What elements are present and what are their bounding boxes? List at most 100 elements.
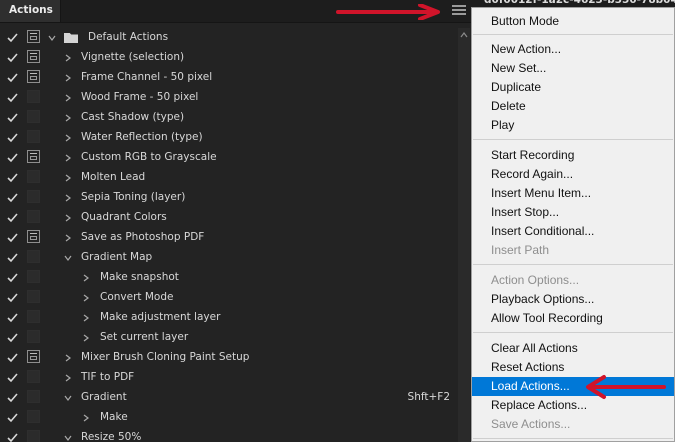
dialog-toggle-icon[interactable] — [27, 130, 40, 143]
toggle-item-checkbox[interactable] — [7, 152, 18, 163]
dialog-toggle-icon[interactable] — [27, 310, 40, 323]
action-row[interactable]: Molten Lead — [0, 168, 470, 187]
menu-item-delete[interactable]: Delete — [472, 97, 674, 116]
action-row[interactable]: Gradient Shft+F2 — [0, 388, 470, 407]
dialog-toggle-icon[interactable] — [27, 410, 40, 423]
dialog-toggle-icon[interactable] — [27, 210, 40, 223]
chevron-right-icon[interactable] — [82, 414, 90, 422]
menu-item-start-recording[interactable]: Start Recording — [472, 146, 674, 165]
action-row[interactable]: Vignette (selection) — [0, 48, 470, 67]
toggle-item-checkbox[interactable] — [7, 172, 18, 183]
chevron-right-icon[interactable] — [64, 234, 72, 242]
chevron-right-icon[interactable] — [64, 174, 72, 182]
chevron-right-icon[interactable] — [64, 114, 72, 122]
dialog-toggle-icon[interactable] — [27, 430, 40, 442]
dialog-toggle-icon[interactable] — [27, 90, 40, 103]
toggle-item-checkbox[interactable] — [7, 192, 18, 203]
menu-item-new-set[interactable]: New Set... — [472, 59, 674, 78]
action-set-row[interactable]: Default Actions — [0, 28, 470, 47]
dialog-toggle-icon[interactable] — [27, 170, 40, 183]
chevron-right-icon[interactable] — [64, 214, 72, 222]
chevron-right-icon[interactable] — [82, 294, 90, 302]
toggle-item-checkbox[interactable] — [7, 92, 18, 103]
chevron-down-icon[interactable] — [64, 254, 72, 262]
action-row[interactable]: Resize 50% — [0, 428, 470, 442]
dialog-toggle-icon[interactable] — [27, 190, 40, 203]
toggle-item-checkbox[interactable] — [7, 392, 18, 403]
toggle-item-checkbox[interactable] — [7, 32, 18, 43]
toggle-item-checkbox[interactable] — [7, 112, 18, 123]
action-row[interactable]: Frame Channel - 50 pixel — [0, 68, 470, 87]
toggle-item-checkbox[interactable] — [7, 432, 18, 442]
action-row[interactable]: Cast Shadow (type) — [0, 108, 470, 127]
action-row[interactable]: Water Reflection (type) — [0, 128, 470, 147]
chevron-right-icon[interactable] — [64, 54, 72, 62]
dialog-toggle-icon[interactable] — [27, 70, 40, 83]
scrollbar[interactable] — [458, 28, 470, 442]
menu-item-new-action[interactable]: New Action... — [472, 40, 674, 59]
scroll-up-icon[interactable] — [460, 32, 468, 38]
panel-menu-button[interactable] — [452, 5, 466, 17]
menu-item-duplicate[interactable]: Duplicate — [472, 78, 674, 97]
dialog-toggle-icon[interactable] — [27, 370, 40, 383]
chevron-right-icon[interactable] — [64, 94, 72, 102]
tab-actions[interactable]: Actions — [0, 0, 61, 22]
dialog-toggle-icon[interactable] — [27, 390, 40, 403]
dialog-toggle-icon[interactable] — [27, 270, 40, 283]
chevron-right-icon[interactable] — [82, 314, 90, 322]
toggle-item-checkbox[interactable] — [7, 272, 18, 283]
menu-item-insert-menu-item[interactable]: Insert Menu Item... — [472, 184, 674, 203]
toggle-item-checkbox[interactable] — [7, 332, 18, 343]
menu-item-button-mode[interactable]: Button Mode — [472, 12, 674, 31]
menu-item-play[interactable]: Play — [472, 116, 674, 135]
menu-item-allow-tool-recording[interactable]: Allow Tool Recording — [472, 309, 674, 328]
toggle-item-checkbox[interactable] — [7, 412, 18, 423]
action-row[interactable]: Custom RGB to Grayscale — [0, 148, 470, 167]
menu-item-clear-all-actions[interactable]: Clear All Actions — [472, 339, 674, 358]
toggle-item-checkbox[interactable] — [7, 72, 18, 83]
toggle-item-checkbox[interactable] — [7, 372, 18, 383]
menu-item-insert-stop[interactable]: Insert Stop... — [472, 203, 674, 222]
action-row[interactable]: Quadrant Colors — [0, 208, 470, 227]
toggle-item-checkbox[interactable] — [7, 352, 18, 363]
dialog-toggle-icon[interactable] — [27, 250, 40, 263]
chevron-right-icon[interactable] — [64, 74, 72, 82]
chevron-right-icon[interactable] — [64, 374, 72, 382]
dialog-toggle-icon[interactable] — [27, 350, 40, 363]
chevron-right-icon[interactable] — [82, 334, 90, 342]
chevron-right-icon[interactable] — [64, 154, 72, 162]
dialog-toggle-icon[interactable] — [27, 110, 40, 123]
action-step-row[interactable]: Make snapshot — [0, 268, 470, 287]
dialog-toggle-icon[interactable] — [27, 50, 40, 63]
toggle-item-checkbox[interactable] — [7, 132, 18, 143]
chevron-down-icon[interactable] — [64, 394, 72, 402]
dialog-toggle-icon[interactable] — [27, 30, 40, 43]
action-row[interactable]: Mixer Brush Cloning Paint Setup — [0, 348, 470, 367]
chevron-right-icon[interactable] — [64, 194, 72, 202]
action-step-row[interactable]: Convert Mode — [0, 288, 470, 307]
dialog-toggle-icon[interactable] — [27, 230, 40, 243]
dialog-toggle-icon[interactable] — [27, 150, 40, 163]
menu-item-record-again[interactable]: Record Again... — [472, 165, 674, 184]
action-step-row[interactable]: Set current layer — [0, 328, 470, 347]
chevron-right-icon[interactable] — [82, 274, 90, 282]
action-row[interactable]: Wood Frame - 50 pixel — [0, 88, 470, 107]
toggle-item-checkbox[interactable] — [7, 52, 18, 63]
chevron-right-icon[interactable] — [64, 354, 72, 362]
menu-item-insert-conditional[interactable]: Insert Conditional... — [472, 222, 674, 241]
action-row[interactable]: TIF to PDF — [0, 368, 470, 387]
dialog-toggle-icon[interactable] — [27, 330, 40, 343]
toggle-item-checkbox[interactable] — [7, 232, 18, 243]
action-step-row[interactable]: Make adjustment layer — [0, 308, 470, 327]
toggle-item-checkbox[interactable] — [7, 292, 18, 303]
action-row[interactable]: Gradient Map — [0, 248, 470, 267]
action-row[interactable]: Save as Photoshop PDF — [0, 228, 470, 247]
chevron-right-icon[interactable] — [64, 134, 72, 142]
chevron-down-icon[interactable] — [64, 434, 72, 442]
chevron-down-icon[interactable] — [48, 34, 56, 42]
action-row[interactable]: Sepia Toning (layer) — [0, 188, 470, 207]
toggle-item-checkbox[interactable] — [7, 212, 18, 223]
menu-item-playback-options[interactable]: Playback Options... — [472, 290, 674, 309]
action-step-row[interactable]: Make — [0, 408, 470, 427]
toggle-item-checkbox[interactable] — [7, 312, 18, 323]
